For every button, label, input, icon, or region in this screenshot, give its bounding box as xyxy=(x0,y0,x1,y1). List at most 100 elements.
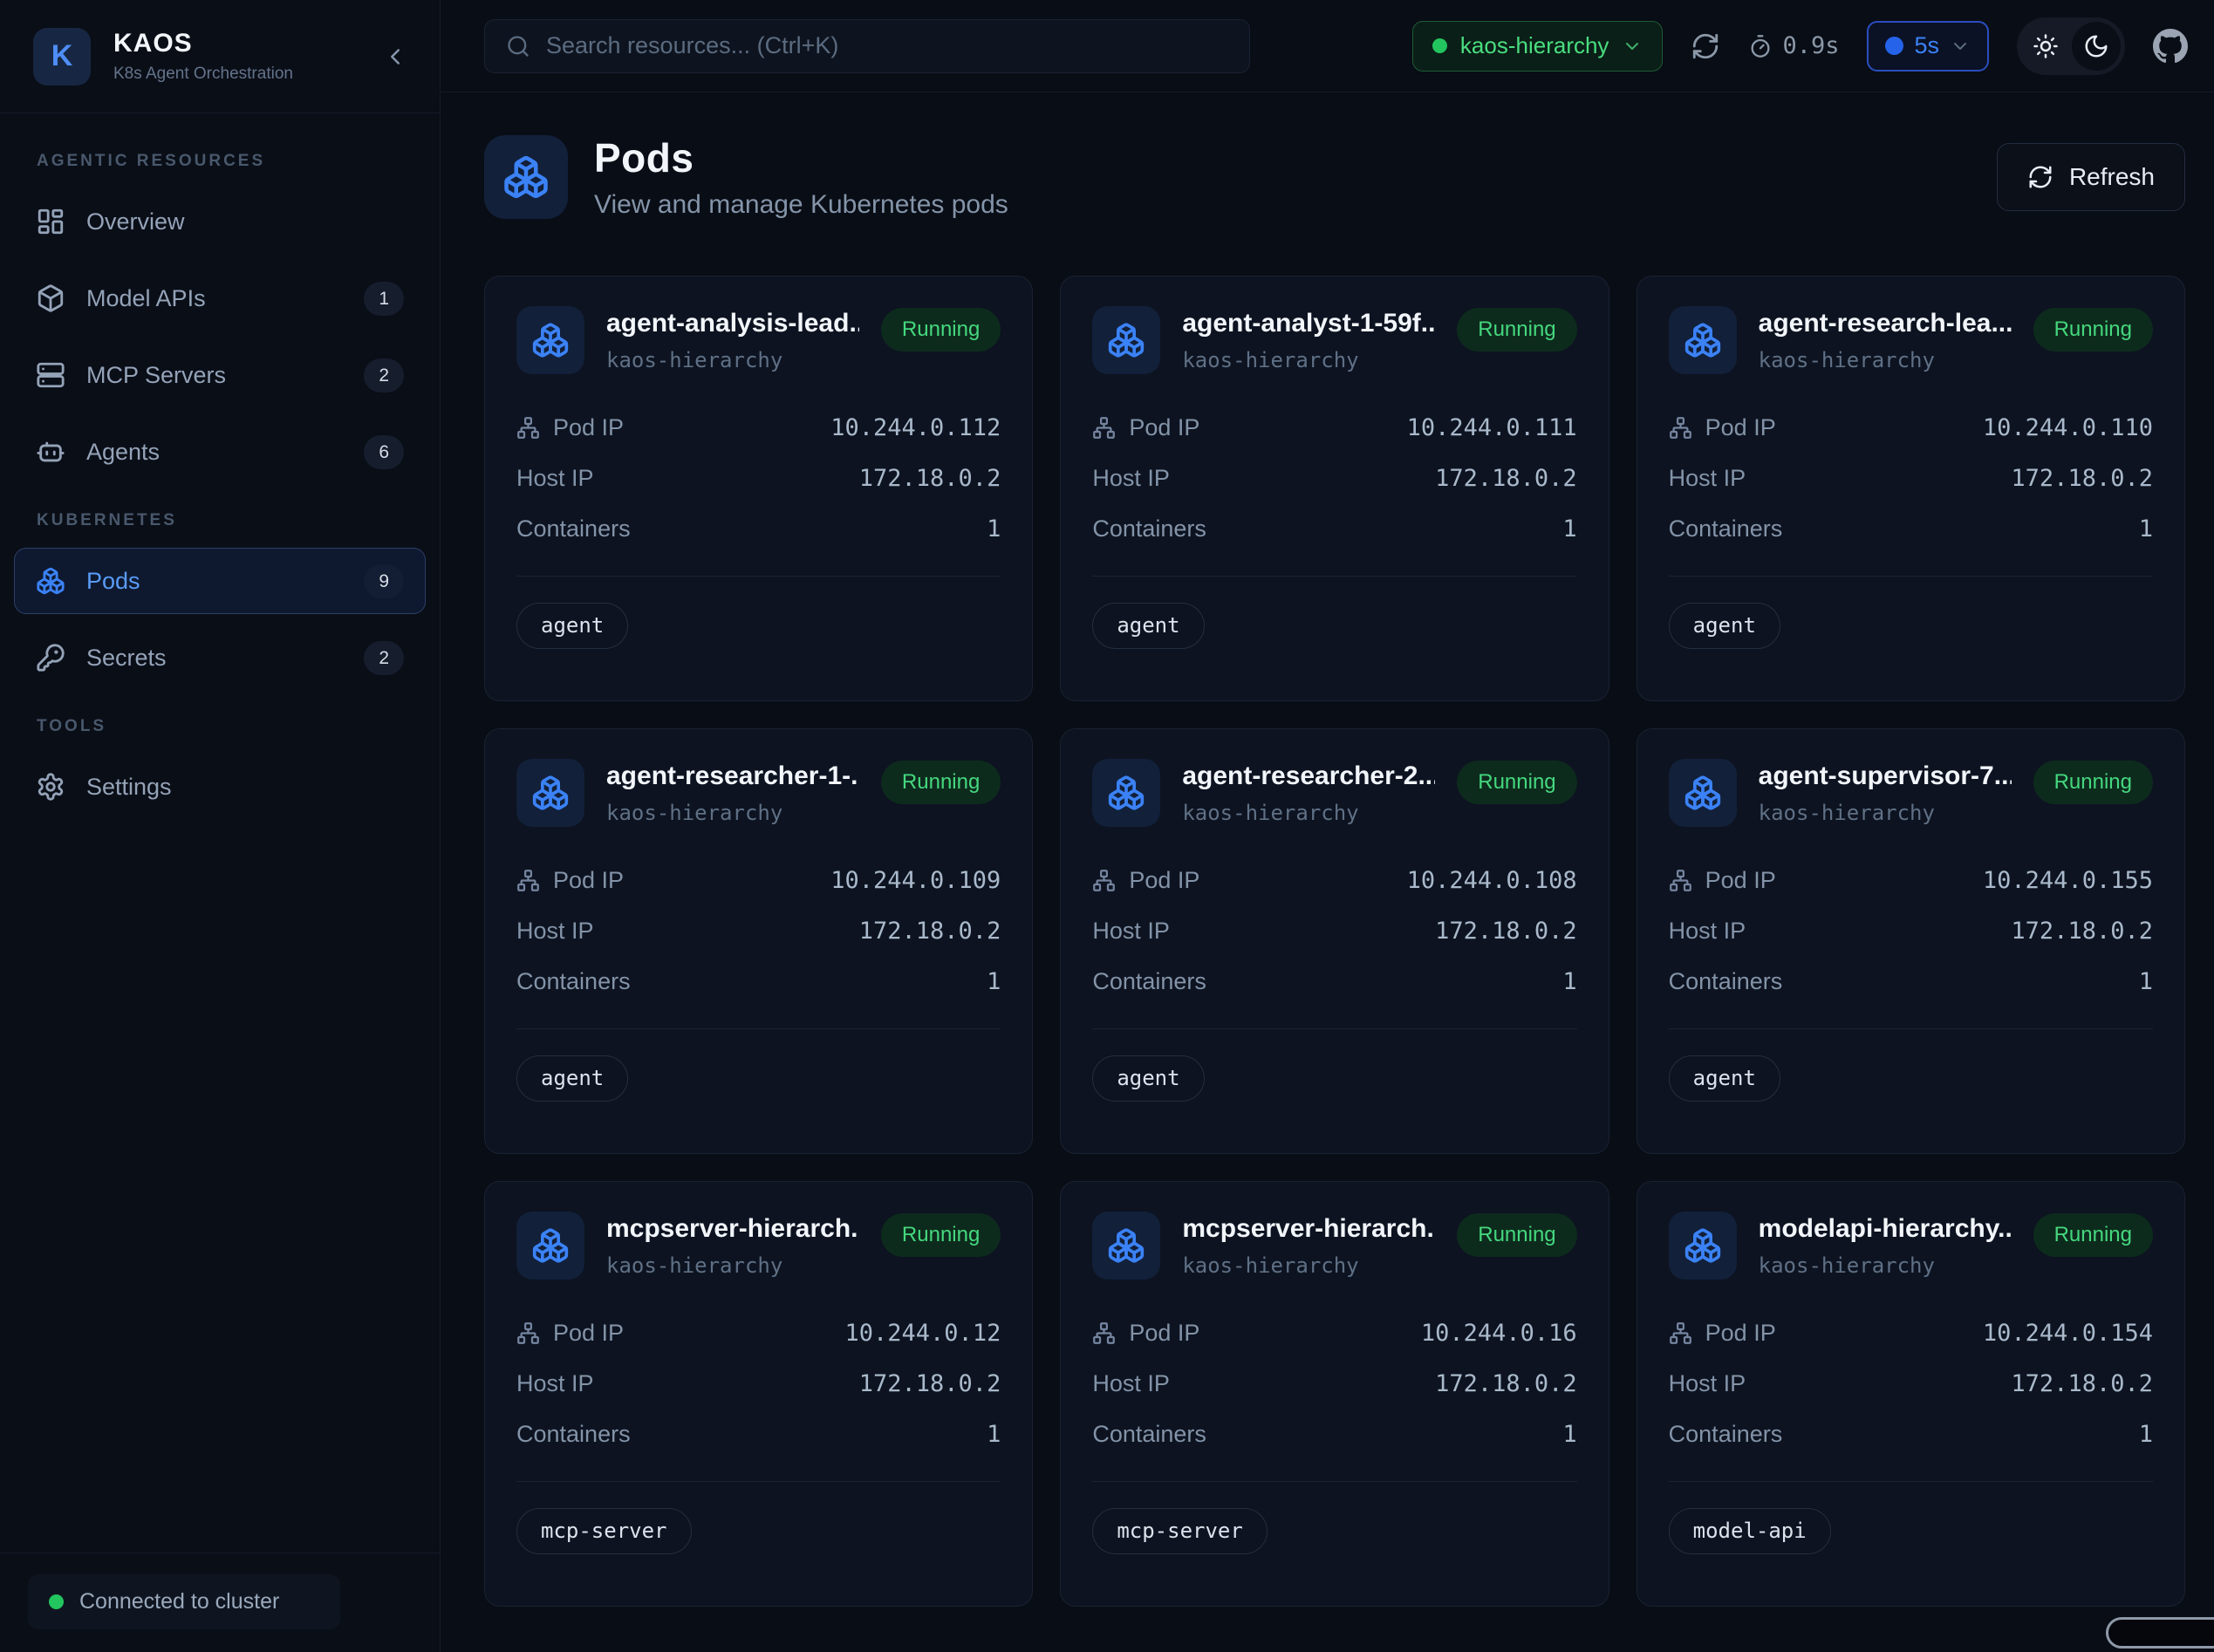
pod-ip-row: Pod IP 10.244.0.12 xyxy=(516,1320,1001,1347)
pod-icon-tile xyxy=(1092,1212,1160,1280)
network-icon xyxy=(1669,416,1692,440)
count-badge: 1 xyxy=(364,282,404,316)
sidebar-footer: Connected to cluster xyxy=(0,1553,440,1652)
pod-title-block: modelapi-hierarchy... kaos-hierarchy xyxy=(1759,1212,2012,1278)
refresh-button[interactable]: Refresh xyxy=(1997,143,2185,211)
refresh-button-label: Refresh xyxy=(2069,163,2155,191)
sidebar-item-agents[interactable]: Agents 6 xyxy=(14,419,426,485)
boxes-icon xyxy=(1684,774,1722,812)
containers-value: 1 xyxy=(1562,515,1576,543)
pod-fields: Pod IP 10.244.0.111 Host IP 172.18.0.2 C… xyxy=(1092,414,1576,543)
pod-namespace: kaos-hierarchy xyxy=(1759,801,2012,825)
sidebar-item-secrets[interactable]: Secrets 2 xyxy=(14,625,426,691)
sidebar: K KAOS K8s Agent Orchestration AGENTIC R… xyxy=(0,0,441,1652)
host-ip-value: 172.18.0.2 xyxy=(2011,918,2153,945)
container-tag: agent xyxy=(516,603,628,649)
pod-card[interactable]: mcpserver-hierarch... kaos-hierarchy Run… xyxy=(484,1181,1033,1607)
pod-icon-tile xyxy=(516,1212,584,1280)
sidebar-item-pods[interactable]: Pods 9 xyxy=(14,548,426,614)
containers-label: Containers xyxy=(516,515,631,543)
pod-title-block: agent-analyst-1-59f... kaos-hierarchy xyxy=(1182,306,1435,372)
container-tag: mcp-server xyxy=(1092,1508,1268,1554)
containers-label: Containers xyxy=(1669,515,1783,543)
pod-tags: model-api xyxy=(1669,1508,2153,1554)
app-identity: KAOS K8s Agent Orchestration xyxy=(113,29,359,84)
chevron-down-icon xyxy=(1622,36,1643,57)
count-badge: 9 xyxy=(364,564,404,598)
pod-fields: Pod IP 10.244.0.112 Host IP 172.18.0.2 C… xyxy=(516,414,1001,543)
search-box[interactable] xyxy=(484,19,1250,73)
pod-ip-label: Pod IP xyxy=(1092,414,1199,441)
pod-title-block: agent-research-lea... kaos-hierarchy xyxy=(1759,306,2012,372)
sidebar-item-model-apis[interactable]: Model APIs 1 xyxy=(14,265,426,331)
sidebar-item-settings[interactable]: Settings xyxy=(14,754,426,820)
host-ip-value: 172.18.0.2 xyxy=(859,465,1001,492)
containers-value: 1 xyxy=(2139,1421,2153,1448)
pod-card[interactable]: agent-researcher-2... kaos-hierarchy Run… xyxy=(1060,728,1609,1154)
pod-tags: agent xyxy=(1669,603,2153,649)
network-icon xyxy=(1092,1321,1116,1345)
pod-card[interactable]: agent-research-lea... kaos-hierarchy Run… xyxy=(1637,276,2185,701)
sidebar-collapse-button[interactable] xyxy=(382,44,408,70)
pod-ip-row: Pod IP 10.244.0.111 xyxy=(1092,414,1576,441)
pod-ip-value: 10.244.0.110 xyxy=(1983,414,2153,441)
github-link[interactable] xyxy=(2153,29,2188,64)
pod-title-block: agent-supervisor-7... kaos-hierarchy xyxy=(1759,759,2012,825)
pod-card[interactable]: agent-analyst-1-59f... kaos-hierarchy Ru… xyxy=(1060,276,1609,701)
dark-mode-button[interactable] xyxy=(2072,22,2121,71)
sidebar-item-label: Agents xyxy=(86,439,343,466)
pod-fields: Pod IP 10.244.0.155 Host IP 172.18.0.2 C… xyxy=(1669,867,2153,995)
pod-name: agent-researcher-1-... xyxy=(606,761,859,791)
namespace-status-dot-icon xyxy=(1432,38,1447,53)
pod-card[interactable]: agent-analysis-lead... kaos-hierarchy Ru… xyxy=(484,276,1033,701)
pod-card[interactable]: agent-researcher-1-... kaos-hierarchy Ru… xyxy=(484,728,1033,1154)
containers-label: Containers xyxy=(1669,1421,1783,1448)
pod-card-header: agent-supervisor-7... kaos-hierarchy Run… xyxy=(1669,759,2153,827)
containers-value: 1 xyxy=(2139,515,2153,543)
moon-icon xyxy=(2083,33,2109,59)
containers-value: 1 xyxy=(987,515,1001,543)
status-badge: Running xyxy=(1457,308,1576,352)
status-badge: Running xyxy=(2033,308,2153,352)
sidebar-header: K KAOS K8s Agent Orchestration xyxy=(0,0,440,113)
pod-name: mcpserver-hierarch... xyxy=(606,1214,859,1244)
refresh-interval-select[interactable]: 5s xyxy=(1867,21,1989,72)
sidebar-item-label: Overview xyxy=(86,208,404,236)
container-tag: agent xyxy=(1092,1055,1204,1102)
divider xyxy=(1669,1481,2153,1482)
container-tag: agent xyxy=(516,1055,628,1102)
pod-icon-tile xyxy=(516,306,584,374)
status-badge: Running xyxy=(1457,761,1576,804)
pod-namespace: kaos-hierarchy xyxy=(606,1253,859,1278)
pod-card[interactable]: modelapi-hierarchy... kaos-hierarchy Run… xyxy=(1637,1181,2185,1607)
horizontal-scrollbar-thumb[interactable] xyxy=(2106,1617,2214,1649)
divider xyxy=(1092,576,1576,577)
sync-button[interactable] xyxy=(1691,31,1720,61)
boxes-icon xyxy=(531,1226,570,1265)
host-ip-row: Host IP 172.18.0.2 xyxy=(516,465,1001,492)
page-icon-tile xyxy=(484,135,568,219)
containers-row: Containers 1 xyxy=(516,1421,1001,1448)
pod-fields: Pod IP 10.244.0.110 Host IP 172.18.0.2 C… xyxy=(1669,414,2153,543)
search-input[interactable] xyxy=(546,32,1228,59)
pod-ip-label: Pod IP xyxy=(1669,1320,1776,1347)
load-time-value: 0.9s xyxy=(1782,32,1839,59)
cluster-status: Connected to cluster xyxy=(28,1574,340,1629)
pod-ip-row: Pod IP 10.244.0.110 xyxy=(1669,414,2153,441)
pod-ip-label: Pod IP xyxy=(1669,867,1776,894)
host-ip-row: Host IP 172.18.0.2 xyxy=(1092,918,1576,945)
pod-card-header: modelapi-hierarchy... kaos-hierarchy Run… xyxy=(1669,1212,2153,1280)
namespace-select[interactable]: kaos-hierarchy xyxy=(1412,21,1664,72)
pod-namespace: kaos-hierarchy xyxy=(1759,348,2012,372)
cluster-status-label: Connected to cluster xyxy=(79,1589,279,1614)
light-mode-button[interactable] xyxy=(2021,22,2070,71)
pod-ip-label: Pod IP xyxy=(516,414,624,441)
pod-card[interactable]: agent-supervisor-7... kaos-hierarchy Run… xyxy=(1637,728,2185,1154)
pod-card[interactable]: mcpserver-hierarch... kaos-hierarchy Run… xyxy=(1060,1181,1609,1607)
boxes-icon xyxy=(1107,1226,1145,1265)
sidebar-item-overview[interactable]: Overview xyxy=(14,188,426,255)
network-icon xyxy=(1092,416,1116,440)
sidebar-item-mcp-servers[interactable]: MCP Servers 2 xyxy=(14,342,426,408)
host-ip-row: Host IP 172.18.0.2 xyxy=(1669,1370,2153,1397)
status-badge: Running xyxy=(881,761,1001,804)
